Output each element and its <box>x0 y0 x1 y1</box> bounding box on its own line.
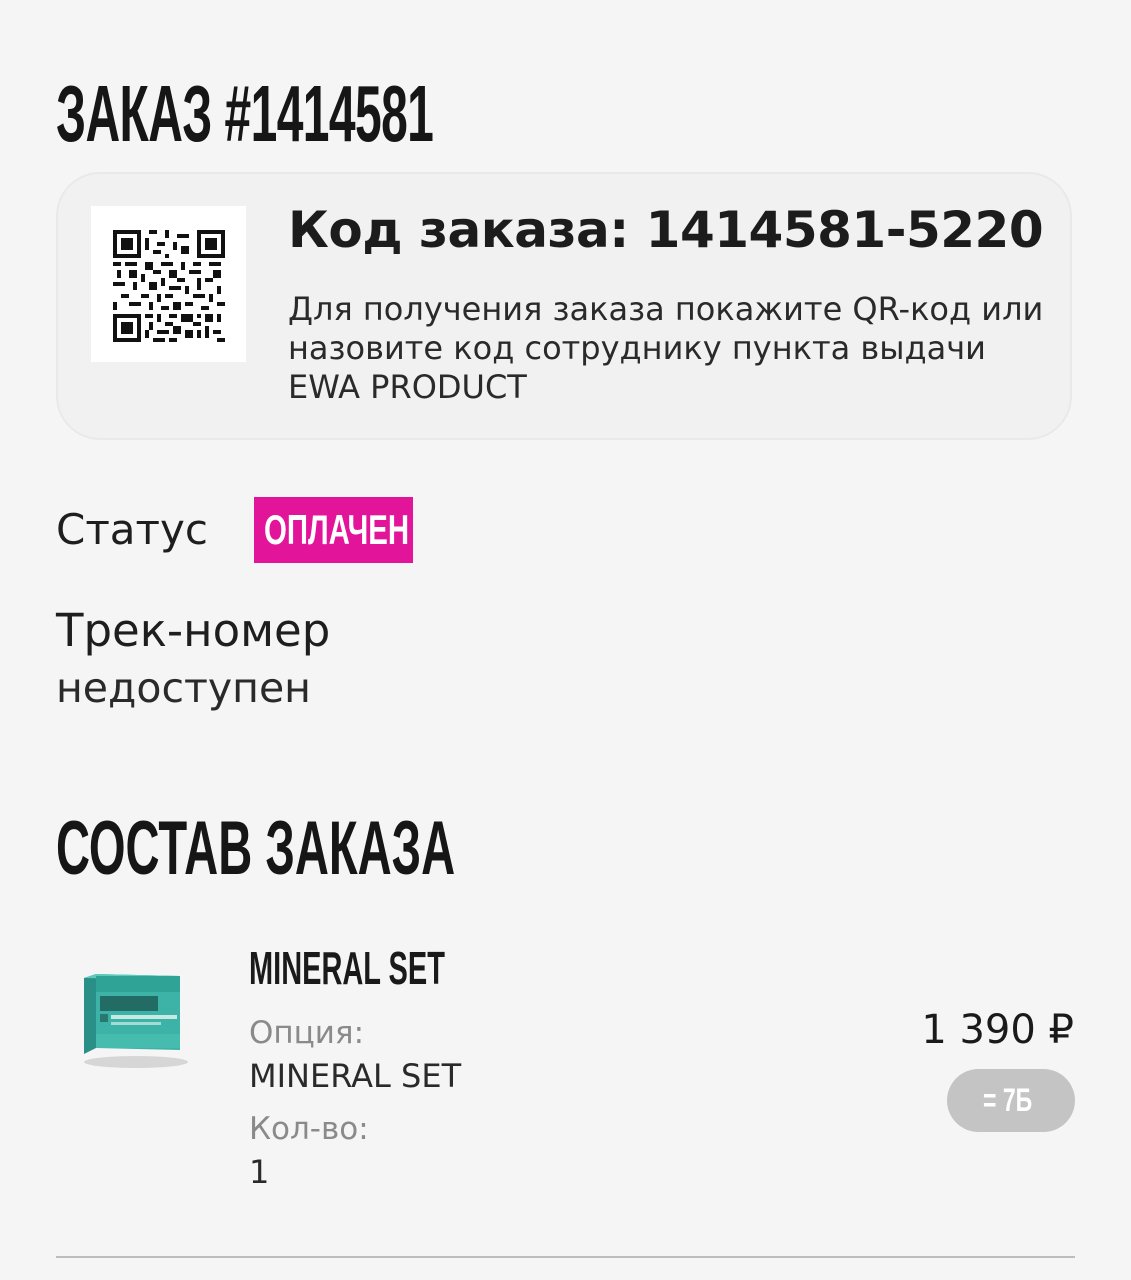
quantity-value: 1 <box>249 1153 270 1191</box>
qr-code-icon[interactable] <box>91 206 246 362</box>
order-pickup-code: Код заказа: 1414581-5220 <box>288 201 1044 259</box>
order-title: ЗАКАЗ #1414581 <box>56 69 434 158</box>
option-value: MINERAL SET <box>249 1057 462 1095</box>
pickup-code-card: Код заказа: 1414581-5220 Для получения з… <box>56 172 1072 440</box>
option-label: Опция: <box>249 1015 365 1051</box>
status-label: Статус <box>56 505 208 554</box>
product-image[interactable] <box>78 964 190 1074</box>
bonus-points-badge: = 7Б <box>947 1069 1075 1132</box>
status-badge: ОПЛАЧЕН <box>254 497 413 563</box>
quantity-label: Кол-во: <box>249 1111 369 1147</box>
product-price: 1 390 ₽ <box>921 1007 1074 1053</box>
product-name[interactable]: MINERAL SET <box>249 940 445 996</box>
status-badge-text: ОПЛАЧЕН <box>264 506 410 553</box>
tracking-number-value: недоступен <box>56 664 311 712</box>
divider <box>56 1256 1075 1258</box>
bonus-points-text: = 7Б <box>983 1082 1033 1118</box>
pickup-instructions: Для получения заказа покажите QR-код или… <box>288 290 1044 406</box>
tracking-number-label: Трек-номер <box>56 604 331 657</box>
order-contents-title: СОСТАВ ЗАКАЗА <box>56 806 456 891</box>
